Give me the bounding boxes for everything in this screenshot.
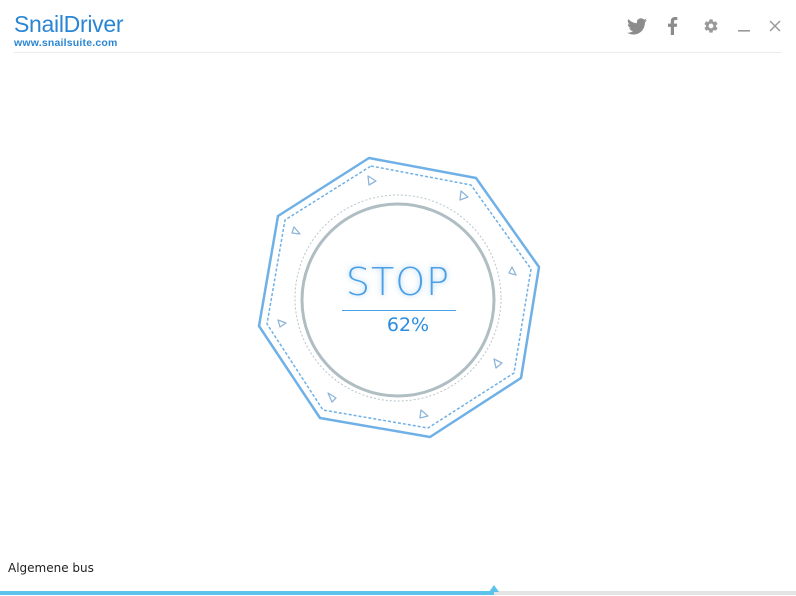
dial-marker	[291, 226, 301, 235]
facebook-icon	[667, 17, 677, 35]
facebook-button[interactable]	[660, 14, 684, 38]
progress-percent: 62%	[386, 314, 430, 336]
dial-marker	[508, 266, 517, 276]
stop-label[interactable]: STOP	[300, 258, 496, 306]
dial-marker	[277, 319, 287, 328]
app-logo: SnailDriver www.snailsuite.com	[14, 12, 123, 49]
app-name: SnailDriver	[14, 11, 124, 37]
twitter-icon	[627, 17, 647, 34]
app-url: www.snailsuite.com	[14, 37, 118, 49]
current-scan-item: Algemene bus	[8, 561, 94, 575]
progress-marker-icon	[489, 585, 499, 592]
stop-underline	[342, 310, 456, 311]
dial-marker	[459, 190, 469, 201]
dial-marker	[367, 175, 377, 186]
twitter-button[interactable]	[625, 14, 649, 38]
scan-progress-fill	[0, 591, 494, 595]
minimize-button[interactable]	[732, 14, 756, 38]
app-window: SnailDriver www.snailsuite.com STOP 62% …	[0, 0, 796, 596]
minimize-icon	[738, 30, 750, 32]
close-icon	[769, 20, 781, 32]
header-divider	[14, 52, 782, 53]
scan-progress-bar	[0, 585, 796, 595]
close-button[interactable]	[763, 14, 787, 38]
settings-button[interactable]	[699, 14, 723, 38]
dial-marker	[419, 409, 429, 419]
gear-icon	[704, 19, 718, 33]
title-bar[interactable]: SnailDriver www.snailsuite.com	[0, 0, 796, 53]
